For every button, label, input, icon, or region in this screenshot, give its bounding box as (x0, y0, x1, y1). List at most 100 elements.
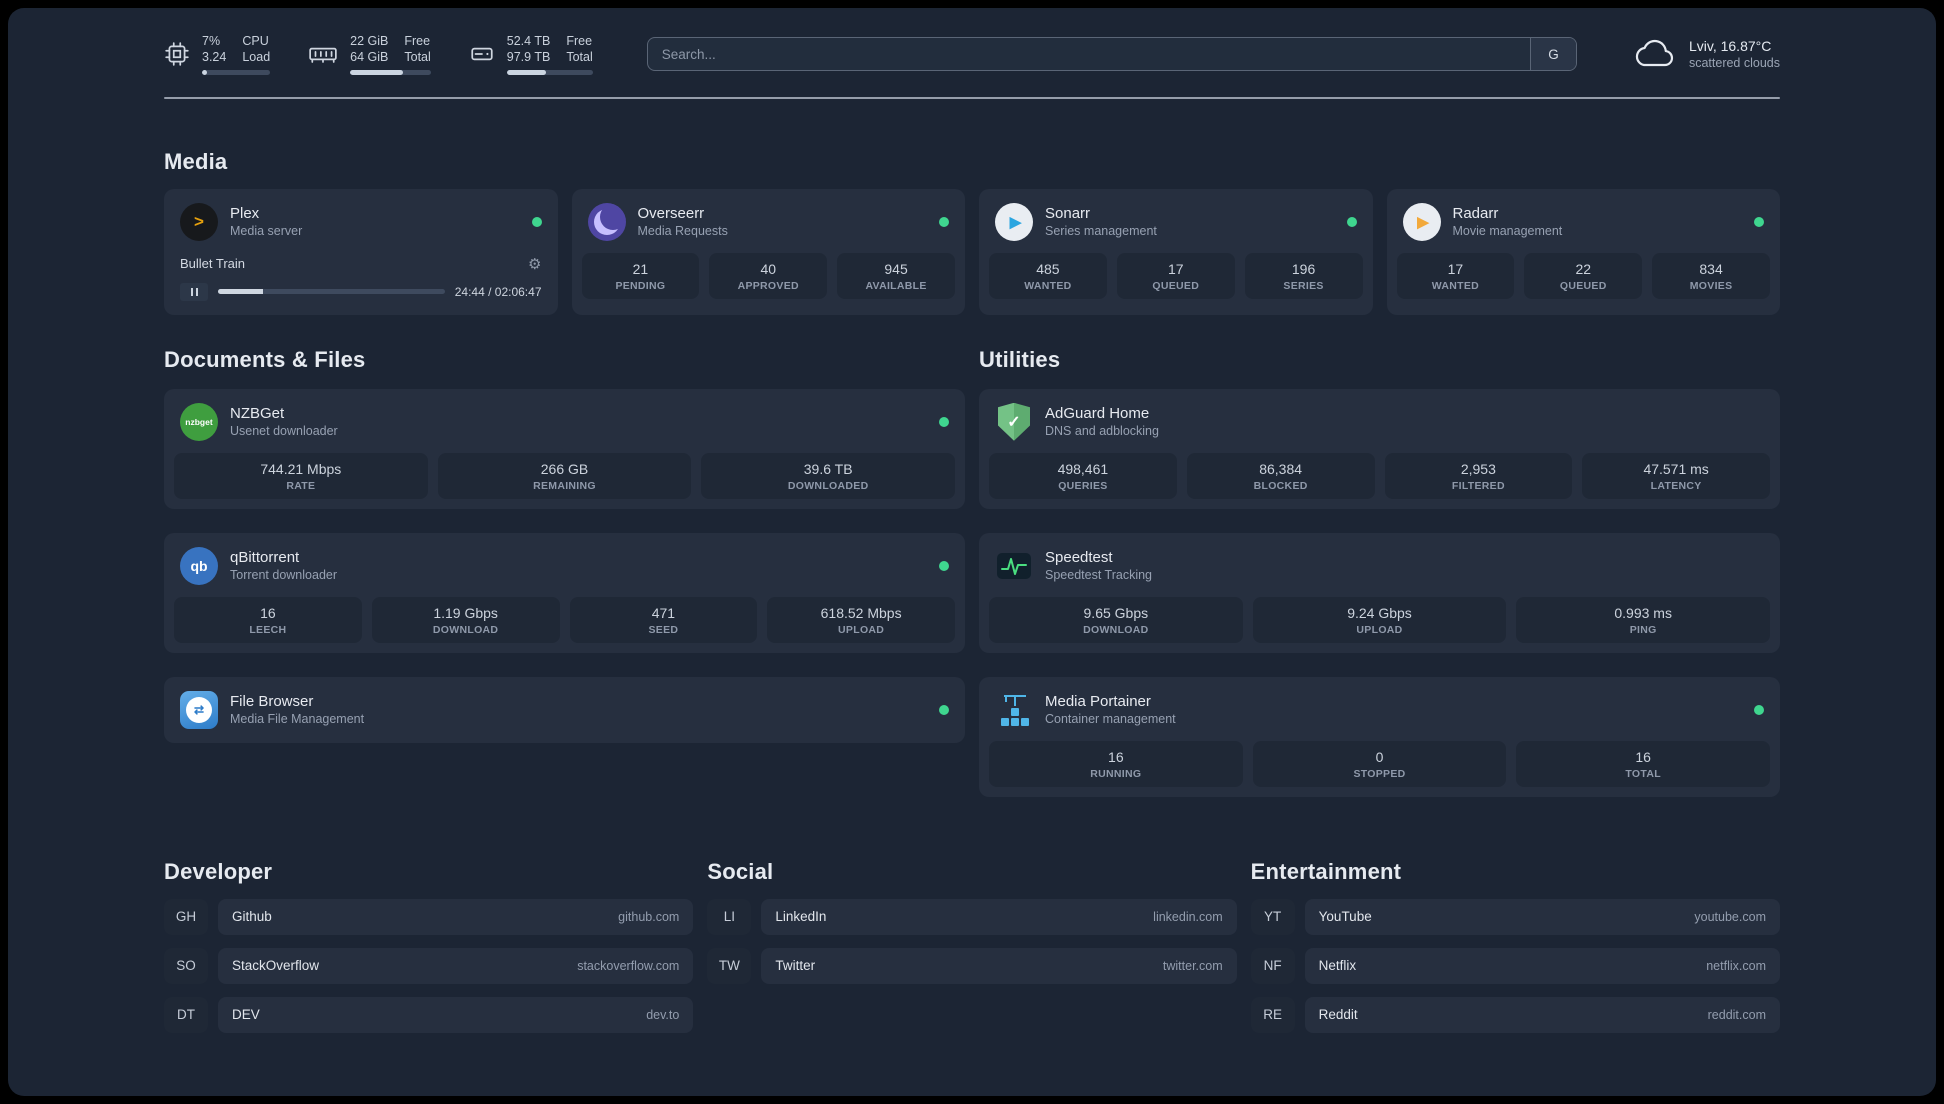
bookmark-netflix[interactable]: NF Netflix netflix.com (1250, 947, 1780, 984)
cpu-progress-fill (202, 69, 207, 75)
section-documents: Documents & Files nzbget NZBGet Usenet d… (164, 347, 965, 743)
service-description: DNS and adblocking (1045, 424, 1159, 439)
service-card-radarr[interactable]: ▶ Radarr Movie management 17 WANTED 22 Q… (1386, 188, 1780, 315)
service-card-portainer[interactable]: Media Portainer Container management 16 … (979, 676, 1780, 797)
sonarr-icon: ▶ (995, 202, 1033, 241)
stat-pending: 21 PENDING (581, 252, 700, 299)
pause-button[interactable] (180, 282, 208, 301)
playback-progressbar[interactable] (218, 289, 445, 295)
stat-blocked: 86,384 BLOCKED (1186, 452, 1375, 499)
service-card-nzbget[interactable]: nzbget NZBGet Usenet downloader 744.21 M… (164, 388, 965, 509)
disk-labels: Free Total (566, 34, 593, 65)
service-name: Media Portainer (1045, 693, 1151, 711)
status-dot (1346, 216, 1357, 227)
section-title-social: Social (707, 858, 774, 884)
bookmark-abbr: GH (164, 898, 208, 935)
stat-total: 16 TOTAL (1516, 740, 1770, 787)
stat-approved: 40 APPROVED (709, 252, 828, 299)
overseerr-icon (587, 202, 626, 241)
stat-download: 1.19 Gbps DOWNLOAD (371, 596, 560, 643)
playback-progress-fill (218, 289, 264, 295)
status-dot (939, 560, 949, 571)
bookmark-abbr: NF (1250, 947, 1295, 984)
memory-progress-fill (350, 69, 404, 75)
service-card-sonarr[interactable]: ▶ Sonarr Series management 485 WANTED 17… (979, 188, 1373, 315)
service-description: Torrent downloader (230, 568, 338, 583)
weather-widget[interactable]: Lviv, 16.87°C scattered clouds (1631, 38, 1780, 70)
filebrowser-icon: ⇄ (180, 690, 218, 729)
service-description: Container management (1045, 712, 1176, 727)
portainer-icon (995, 691, 1033, 729)
adguard-icon: ✓ (995, 402, 1033, 441)
service-name: Speedtest (1045, 549, 1113, 567)
memory-monitor: 22 GiB 64 GiB Free Total (308, 34, 431, 75)
bookmark-group-social: Social LI LinkedIn linkedin.com TW Twitt… (707, 858, 1237, 997)
nzbget-icon: nzbget (180, 402, 218, 441)
topbar: 7% 3.24 CPU Load 22 GiB 64 GiB Free Tota… (164, 34, 1780, 75)
disk-progressbar (506, 69, 593, 75)
now-playing-title: Bullet Train (180, 256, 246, 272)
stat-filtered: 2,953 FILTERED (1384, 452, 1573, 499)
service-description: Media server (230, 224, 303, 239)
bookmark-twitter[interactable]: TW Twitter twitter.com (707, 947, 1237, 984)
status-dot (1754, 704, 1764, 715)
bookmark-youtube[interactable]: YT YouTube youtube.com (1250, 898, 1780, 935)
status-dot (531, 216, 542, 227)
service-name: Sonarr (1045, 205, 1091, 223)
bookmark-linkedin[interactable]: LI LinkedIn linkedin.com (707, 898, 1237, 935)
bookmark-dev[interactable]: DT DEV dev.to (164, 996, 694, 1033)
service-name: Plex (230, 205, 260, 223)
bookmark-abbr: LI (707, 898, 752, 935)
cpu-progressbar (202, 69, 271, 75)
stat-remaining: 266 GB REMAINING (437, 452, 692, 499)
stat-stopped: 0 STOPPED (1252, 740, 1507, 787)
bookmark-abbr: SO (164, 947, 208, 984)
stat-rate: 744.21 Mbps RATE (174, 452, 428, 499)
dashboard: 7% 3.24 CPU Load 22 GiB 64 GiB Free Tota… (8, 8, 1936, 1096)
playback-time: 24:44 / 02:06:47 (454, 284, 542, 299)
service-card-plex[interactable]: > Plex Media server Bullet Train ⚙ 24:44… (164, 188, 558, 315)
topbar-divider (164, 96, 1780, 99)
bookmark-reddit[interactable]: RE Reddit reddit.com (1250, 996, 1780, 1033)
bookmark-abbr: RE (1250, 996, 1295, 1033)
bookmark-abbr: DT (164, 996, 208, 1033)
stat-series: 196 SERIES (1244, 252, 1363, 299)
search-bar: G (646, 37, 1577, 72)
search-input[interactable] (647, 38, 1530, 71)
section-title-developer: Developer (164, 858, 273, 884)
section-media: Media > Plex Media server Bullet Train ⚙ (164, 149, 1780, 315)
stat-download: 9.65 Gbps DOWNLOAD (989, 596, 1243, 643)
bookmark-github[interactable]: GH Github github.com (164, 898, 694, 935)
stat-queued: 17 QUEUED (1116, 252, 1235, 299)
bookmark-abbr: YT (1250, 898, 1295, 935)
disk-values: 52.4 TB 97.9 TB (506, 34, 551, 65)
service-card-overseerr[interactable]: Overseerr Media Requests 21 PENDING 40 A… (571, 188, 965, 315)
stat-wanted: 485 WANTED (989, 252, 1107, 299)
gear-icon[interactable]: ⚙ (528, 255, 541, 273)
cloud-icon (1631, 38, 1677, 70)
search-provider-button[interactable]: G (1529, 38, 1576, 71)
service-card-adguard[interactable]: ✓ AdGuard Home DNS and adblocking 498,46… (979, 388, 1780, 509)
cpu-labels: CPU Load (242, 34, 271, 65)
bookmark-stackoverflow[interactable]: SO StackOverflow stackoverflow.com (164, 947, 694, 984)
cpu-icon (164, 41, 190, 67)
status-dot (1754, 216, 1764, 227)
weather-condition: scattered clouds (1688, 56, 1780, 71)
section-title-utilities: Utilities (979, 346, 1061, 372)
bookmark-group-entertainment: Entertainment YT YouTube youtube.com NF … (1250, 858, 1780, 1046)
service-card-qbittorrent[interactable]: qb qBittorrent Torrent downloader 16 LEE… (164, 532, 965, 653)
disk-monitor: 52.4 TB 97.9 TB Free Total (469, 34, 593, 75)
memory-labels: Free Total (404, 34, 431, 65)
radarr-icon: ▶ (1402, 202, 1441, 241)
memory-icon (308, 41, 338, 67)
service-card-speedtest[interactable]: Speedtest Speedtest Tracking 9.65 Gbps D… (979, 532, 1780, 653)
status-dot (939, 416, 949, 427)
disk-icon (469, 41, 495, 67)
section-title-entertainment: Entertainment (1250, 858, 1402, 884)
screen: 7% 3.24 CPU Load 22 GiB 64 GiB Free Tota… (0, 0, 1944, 1104)
memory-progressbar (350, 69, 431, 75)
service-card-filebrowser[interactable]: ⇄ File Browser Media File Management (164, 676, 965, 743)
plex-icon: > (180, 202, 218, 241)
bookmark-group-developer: Developer GH Github github.com SO StackO… (164, 858, 694, 1046)
service-description: Media File Management (230, 712, 365, 727)
